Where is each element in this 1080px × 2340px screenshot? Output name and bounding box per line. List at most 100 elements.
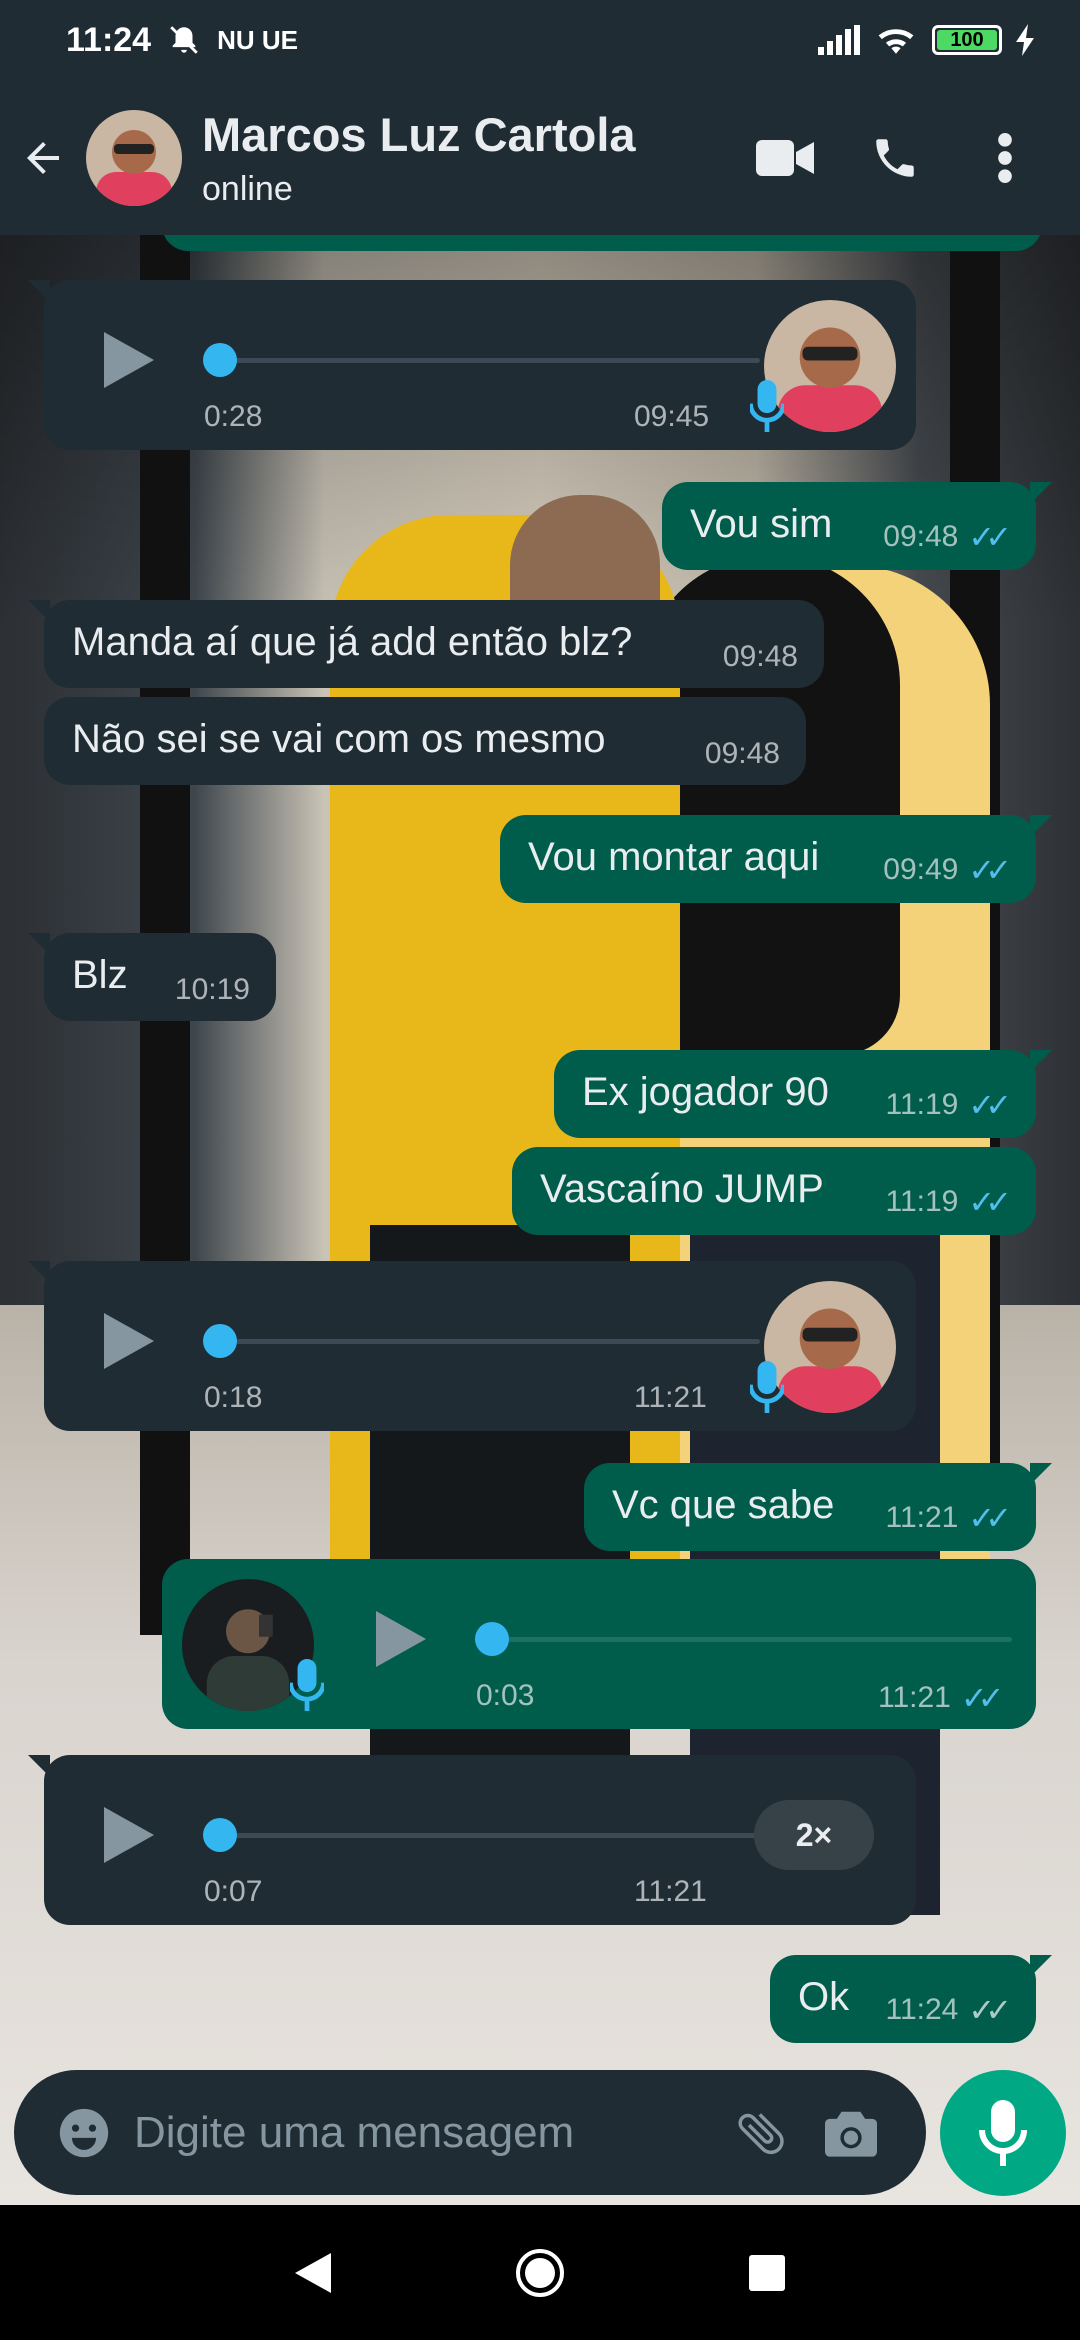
message-bubble-incoming[interactable]: Não sei se vai com os mesmo 09:48: [44, 697, 806, 785]
read-ticks-icon: ✓✓: [968, 519, 1012, 555]
message-time: 09:49: [883, 853, 959, 886]
message-time: 11:21: [634, 1875, 707, 1908]
message-bubble-outgoing[interactable]: Ex jogador 90 11:19 ✓✓: [554, 1050, 1052, 1138]
message-text: Não sei se vai com os mesmo: [72, 717, 606, 761]
play-icon[interactable]: [104, 1313, 154, 1369]
contact-avatar[interactable]: [86, 109, 182, 206]
message-time: 11:24: [885, 1993, 959, 2026]
voice-message-outgoing[interactable]: 0:03 11:21 ✓✓: [162, 1559, 1036, 1729]
more-options-button[interactable]: [950, 103, 1060, 213]
mute-icon: [170, 26, 198, 54]
emoji-icon: [59, 2108, 109, 2157]
message-text: Vascaíno JUMP: [540, 1167, 824, 1211]
message-bubble-outgoing[interactable]: Vou sim 09:48 ✓✓: [662, 482, 1052, 570]
more-vert-icon: [998, 132, 1012, 183]
message-text: Vc que sabe: [612, 1483, 835, 1527]
message-bubble-outgoing[interactable]: Ok 11:24 ✓✓: [770, 1955, 1052, 2043]
audio-progress-track[interactable]: [220, 1339, 760, 1344]
nav-back-button[interactable]: [268, 2228, 358, 2318]
message-text: Manda aí que já add então blz?: [72, 620, 633, 664]
voice-duration: 0:18: [204, 1381, 263, 1414]
audio-progress-track[interactable]: [492, 1637, 1012, 1642]
message-time: 09:48: [704, 737, 780, 770]
message-time: 09:48: [883, 520, 959, 553]
message-composer: [14, 2070, 926, 2195]
message-time: 11:21: [634, 1381, 707, 1414]
play-icon[interactable]: [376, 1611, 426, 1667]
audio-progress-track[interactable]: [220, 1833, 760, 1838]
chat-header: Marcos Luz Cartola online: [0, 80, 1080, 235]
voice-duration: 0:28: [204, 400, 263, 433]
read-ticks-icon: ✓✓: [960, 1680, 1005, 1716]
message-input[interactable]: [134, 2107, 716, 2158]
message-text: Blz: [72, 953, 128, 997]
contact-info[interactable]: Marcos Luz Cartola online: [202, 107, 636, 209]
message-bubble-outgoing[interactable]: Vc que sabe 11:21 ✓✓: [584, 1463, 1052, 1551]
status-time: 11:24: [66, 20, 152, 59]
message-time: 11:19: [885, 1185, 959, 1218]
nav-recents-icon: [748, 2254, 785, 2291]
mic-icon: [979, 2100, 1027, 2166]
voice-message-incoming[interactable]: 0:28 09:45: [28, 280, 916, 450]
message-text: Vou sim: [690, 502, 833, 546]
mic-icon: [750, 380, 784, 432]
read-ticks-icon: ✓✓: [968, 1087, 1012, 1123]
message-text: Vou montar aqui: [528, 835, 820, 879]
charging-icon: [1016, 24, 1034, 56]
message-time: 09:48: [722, 640, 798, 673]
read-ticks-icon: ✓✓: [968, 852, 1012, 888]
message-time: 11:21: [885, 1501, 959, 1534]
message-time: 11:21: [878, 1681, 951, 1714]
attach-icon: [738, 2112, 784, 2154]
camera-button[interactable]: [806, 2070, 896, 2195]
voice-duration: 0:07: [204, 1875, 263, 1908]
emoji-button[interactable]: [34, 2070, 134, 2195]
voice-message-incoming[interactable]: 0:07 11:21 2×: [28, 1755, 916, 1925]
back-arrow-icon: [27, 141, 59, 174]
nav-home-icon: [515, 2248, 564, 2297]
nav-back-icon: [295, 2252, 332, 2293]
attach-button[interactable]: [716, 2070, 806, 2195]
message-text: Ok: [798, 1975, 850, 2019]
voice-duration: 0:03: [476, 1679, 535, 1712]
message-time: 10:19: [174, 973, 250, 1006]
battery-icon: 100: [932, 25, 1002, 55]
message-bubble-incoming[interactable]: Manda aí que já add então blz? 09:48: [28, 600, 824, 688]
contact-status: online: [202, 169, 293, 208]
play-icon[interactable]: [104, 1807, 154, 1863]
message-bubble-incoming[interactable]: Blz 10:19: [28, 933, 276, 1021]
audio-progress-knob[interactable]: [203, 343, 237, 377]
read-ticks-icon: ✓✓: [968, 1184, 1012, 1220]
mic-icon: [290, 1659, 324, 1711]
camera-icon: [825, 2111, 877, 2157]
signal-icon: [818, 25, 860, 55]
audio-progress-track[interactable]: [220, 358, 760, 363]
nav-recents-button[interactable]: [722, 2228, 812, 2318]
play-icon[interactable]: [104, 332, 154, 388]
back-button[interactable]: [0, 80, 86, 235]
playback-speed-button[interactable]: 2×: [754, 1800, 874, 1870]
audio-progress-knob[interactable]: [203, 1324, 237, 1358]
message-time: 11:19: [885, 1088, 959, 1121]
voice-call-button[interactable]: [840, 103, 950, 213]
chat-area[interactable]: 0:28 09:45 Vou sim 09:48 ✓✓ Manda aí que …: [0, 235, 1080, 2205]
carrier-icons: NU UE: [217, 24, 298, 55]
video-call-icon: [756, 139, 814, 176]
message-text: Ex jogador 90: [582, 1070, 829, 1114]
status-bar: 11:24 NU UE 100: [0, 0, 1080, 80]
delivered-ticks-icon: ✓✓: [968, 1992, 1012, 2028]
audio-progress-knob[interactable]: [203, 1818, 237, 1852]
wifi-icon: [878, 29, 914, 54]
read-ticks-icon: ✓✓: [968, 1500, 1012, 1536]
message-bubble-outgoing[interactable]: Vascaíno JUMP 11:19 ✓✓: [512, 1147, 1036, 1235]
message-bubble-outgoing[interactable]: Vou montar aqui 09:49 ✓✓: [500, 815, 1052, 903]
message-bubble-partial[interactable]: [162, 235, 1042, 251]
mic-icon: [750, 1361, 784, 1413]
system-nav-bar: [0, 2205, 1080, 2340]
video-call-button[interactable]: [730, 103, 840, 213]
nav-home-button[interactable]: [495, 2228, 585, 2318]
message-time: 09:45: [634, 400, 710, 433]
audio-progress-knob[interactable]: [475, 1622, 509, 1656]
voice-record-button[interactable]: [940, 2070, 1066, 2196]
voice-message-incoming[interactable]: 0:18 11:21: [28, 1261, 916, 1431]
